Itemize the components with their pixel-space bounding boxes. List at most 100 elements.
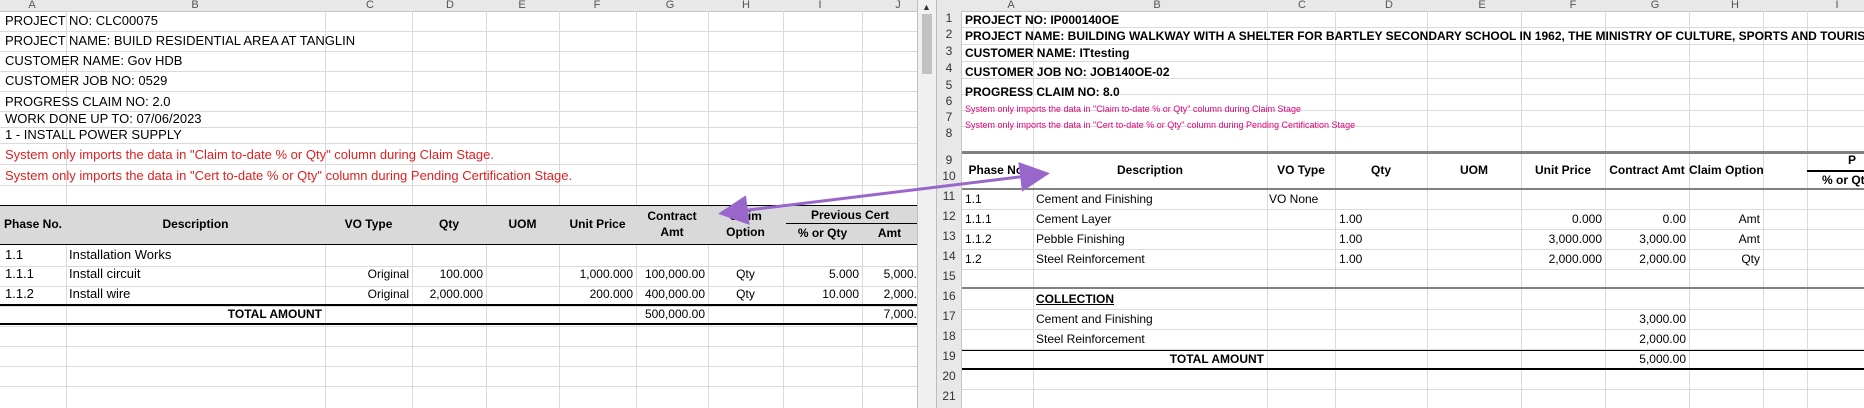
- row-description[interactable]: Cement Layer: [1036, 211, 1111, 227]
- header-amt[interactable]: Amt: [862, 225, 917, 241]
- row-description[interactable]: Install circuit: [69, 266, 141, 282]
- col-header-j[interactable]: J: [888, 0, 908, 11]
- row-contract-amt[interactable]: 2,000.00: [1605, 251, 1686, 267]
- header-vo-type[interactable]: VO Type: [325, 216, 412, 232]
- total-amount-label[interactable]: TOTAL AMOUNT: [66, 306, 322, 322]
- scroll-up-icon[interactable]: ▲: [922, 2, 931, 12]
- header-description[interactable]: Description: [66, 216, 325, 232]
- customer-job-no-cell[interactable]: CUSTOMER JOB NO: JOB140OE-02: [965, 64, 1170, 80]
- row-claim-option[interactable]: Qty: [1689, 251, 1760, 267]
- row-qty[interactable]: 1.00: [1339, 251, 1362, 267]
- row-number[interactable]: 13: [937, 229, 961, 243]
- column-header-bar[interactable]: A B C D E F G H I J: [0, 0, 917, 12]
- row-prev-amt[interactable]: 2,000.: [862, 286, 917, 302]
- cert-stage-note[interactable]: System only imports the data in "Cert to…: [965, 117, 1355, 133]
- row-number[interactable]: 1: [937, 11, 961, 25]
- row-number[interactable]: 10: [937, 169, 961, 183]
- section-title-cell[interactable]: 1 - INSTALL POWER SUPPLY: [5, 127, 182, 143]
- col-header-g[interactable]: G: [1645, 0, 1665, 11]
- row-claim-option[interactable]: Qty: [708, 286, 783, 302]
- row-vo-type[interactable]: VO None: [1269, 191, 1318, 207]
- row-number[interactable]: 19: [937, 349, 961, 363]
- customer-job-no-cell[interactable]: CUSTOMER JOB NO: 0529: [5, 73, 167, 89]
- project-no-cell[interactable]: PROJECT NO: IP000140OE: [965, 12, 1119, 28]
- row-number[interactable]: 5: [937, 78, 961, 92]
- col-header-e[interactable]: E: [1472, 0, 1492, 11]
- header-unit-price[interactable]: Unit Price: [1521, 162, 1605, 178]
- header-contract-amt[interactable]: Contract Amt: [1605, 162, 1689, 178]
- col-header-b[interactable]: B: [1147, 0, 1167, 11]
- row-number[interactable]: 3: [937, 44, 961, 58]
- header-claim-option[interactable]: Claim Option: [1689, 162, 1764, 178]
- header-previous-cert[interactable]: Previous Cert: [783, 207, 917, 223]
- left-spreadsheet-pane[interactable]: A B C D E F G H I J PROJECT NO: CLC00075…: [0, 0, 917, 408]
- row-number[interactable]: 15: [937, 269, 961, 283]
- progress-claim-no-cell[interactable]: PROGRESS CLAIM NO: 2.0: [5, 94, 170, 110]
- row-number[interactable]: 18: [937, 329, 961, 343]
- row-number[interactable]: 11: [937, 189, 961, 203]
- col-header-d[interactable]: D: [440, 0, 460, 11]
- row-qty[interactable]: 1.00: [1339, 211, 1362, 227]
- row-prev-amt[interactable]: 5,000.: [862, 266, 917, 282]
- row-unit-price[interactable]: 2,000.000: [1521, 251, 1602, 267]
- header-phase-no[interactable]: Phase No.: [0, 216, 66, 232]
- row-qty[interactable]: 100.000: [412, 266, 483, 282]
- header-contract-amt-line1[interactable]: Contract: [636, 208, 708, 224]
- claim-stage-note[interactable]: System only imports the data in "Claim t…: [5, 147, 494, 163]
- row-unit-price[interactable]: 0.000: [1521, 211, 1602, 227]
- row-number[interactable]: 7: [937, 110, 961, 124]
- row-vo-type[interactable]: Original: [325, 286, 409, 302]
- row-vo-type[interactable]: Original: [325, 266, 409, 282]
- row-phase[interactable]: 1.1.2: [965, 231, 992, 247]
- row-phase[interactable]: 1.1.2: [5, 286, 34, 302]
- total-amount-value[interactable]: 5,000.00: [1605, 351, 1686, 367]
- row-qty[interactable]: 1.00: [1339, 231, 1362, 247]
- header-contract-amt-line2[interactable]: Amt: [636, 224, 708, 240]
- header-previous-cert-partial[interactable]: P: [1837, 152, 1864, 168]
- row-contract-amt[interactable]: 3,000.00: [1605, 231, 1686, 247]
- col-header-g[interactable]: G: [660, 0, 680, 11]
- row-unit-price[interactable]: 200.000: [559, 286, 633, 302]
- header-qty[interactable]: Qty: [412, 216, 486, 232]
- customer-name-cell[interactable]: CUSTOMER NAME: Gov HDB: [5, 53, 182, 69]
- row-number[interactable]: 2: [937, 27, 961, 41]
- header-unit-price[interactable]: Unit Price: [559, 216, 636, 232]
- collection-item-amount[interactable]: 3,000.00: [1605, 311, 1686, 327]
- row-description[interactable]: Install wire: [69, 286, 130, 302]
- row-number[interactable]: 6: [937, 94, 961, 108]
- col-header-i[interactable]: I: [1827, 0, 1847, 11]
- col-header-e[interactable]: E: [512, 0, 532, 11]
- header-pct-or-qty-partial[interactable]: % or Qt: [1822, 172, 1864, 188]
- row-phase[interactable]: 1.1: [965, 191, 982, 207]
- cert-stage-note[interactable]: System only imports the data in "Cert to…: [5, 168, 572, 184]
- collection-item-amount[interactable]: 2,000.00: [1605, 331, 1686, 347]
- progress-claim-no-cell[interactable]: PROGRESS CLAIM NO: 8.0: [965, 84, 1120, 100]
- col-header-f[interactable]: F: [1563, 0, 1583, 11]
- column-header-bar[interactable]: A B C D E F G H I: [937, 0, 1864, 12]
- row-number[interactable]: 20: [937, 369, 961, 383]
- col-header-c[interactable]: C: [1292, 0, 1312, 11]
- customer-name-cell[interactable]: CUSTOMER NAME: ITtesting: [965, 45, 1129, 61]
- collection-heading[interactable]: COLLECTION: [1036, 291, 1114, 307]
- col-header-h[interactable]: H: [736, 0, 756, 11]
- claim-stage-note[interactable]: System only imports the data in "Claim t…: [965, 101, 1301, 117]
- collection-item-description[interactable]: Steel Reinforcement: [1036, 331, 1145, 347]
- row-header-bar[interactable]: 1 2 3 4 5 6 7 8 9 10 11 12 13 14 15 16 1…: [937, 11, 962, 408]
- header-uom[interactable]: UOM: [1427, 162, 1521, 178]
- col-header-h[interactable]: H: [1725, 0, 1745, 11]
- header-pct-or-qty[interactable]: % or Qty: [783, 225, 862, 241]
- col-header-a[interactable]: A: [1001, 0, 1021, 11]
- header-phase-no[interactable]: Phase No.: [962, 162, 1033, 178]
- header-claim-option-line1[interactable]: Claim: [708, 208, 783, 224]
- pane-splitter-scrollbar[interactable]: ▲: [917, 0, 937, 408]
- col-header-b[interactable]: B: [185, 0, 205, 11]
- row-number[interactable]: 16: [937, 289, 961, 303]
- row-phase[interactable]: 1.1.1: [5, 266, 34, 282]
- row-number[interactable]: 4: [937, 61, 961, 75]
- col-header-d[interactable]: D: [1379, 0, 1399, 11]
- row-unit-price[interactable]: 3,000.000: [1521, 231, 1602, 247]
- col-header-f[interactable]: F: [587, 0, 607, 11]
- col-header-i[interactable]: I: [810, 0, 830, 11]
- project-name-cell[interactable]: PROJECT NAME: BUILD RESIDENTIAL AREA AT …: [5, 33, 355, 49]
- row-number[interactable]: 21: [937, 389, 961, 403]
